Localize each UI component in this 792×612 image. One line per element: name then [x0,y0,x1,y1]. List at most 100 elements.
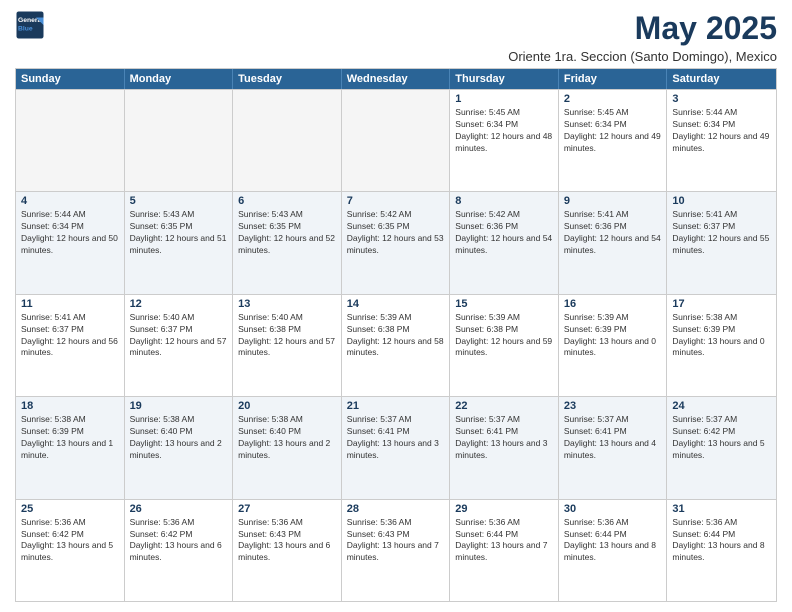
logo: General Blue [15,10,45,40]
day-cell-empty [342,90,451,191]
day-number: 19 [130,400,228,412]
day-cell-11: 11 Sunrise: 5:41 AM Sunset: 6:37 PM Dayl… [16,295,125,396]
day-number: 2 [564,93,662,105]
day-cell-10: 10 Sunrise: 5:41 AM Sunset: 6:37 PM Dayl… [667,192,776,293]
day-info: Sunrise: 5:36 AM Sunset: 6:44 PM Dayligh… [564,517,662,565]
week-row-1: 1 Sunrise: 5:45 AM Sunset: 6:34 PM Dayli… [16,89,776,191]
header-wednesday: Wednesday [342,69,451,89]
day-cell-13: 13 Sunrise: 5:40 AM Sunset: 6:38 PM Dayl… [233,295,342,396]
day-cell-25: 25 Sunrise: 5:36 AM Sunset: 6:42 PM Dayl… [16,500,125,601]
day-cell-4: 4 Sunrise: 5:44 AM Sunset: 6:34 PM Dayli… [16,192,125,293]
day-cell-empty [233,90,342,191]
day-info: Sunrise: 5:37 AM Sunset: 6:42 PM Dayligh… [672,414,771,462]
day-number: 20 [238,400,336,412]
day-info: Sunrise: 5:39 AM Sunset: 6:38 PM Dayligh… [347,312,445,360]
day-number: 12 [130,298,228,310]
header: General Blue May 2025 Oriente 1ra. Secci… [15,10,777,64]
day-cell-21: 21 Sunrise: 5:37 AM Sunset: 6:41 PM Dayl… [342,397,451,498]
day-info: Sunrise: 5:39 AM Sunset: 6:39 PM Dayligh… [564,312,662,360]
day-info: Sunrise: 5:41 AM Sunset: 6:37 PM Dayligh… [21,312,119,360]
day-cell-empty [16,90,125,191]
day-number: 5 [130,195,228,207]
day-info: Sunrise: 5:43 AM Sunset: 6:35 PM Dayligh… [130,209,228,257]
day-cell-15: 15 Sunrise: 5:39 AM Sunset: 6:38 PM Dayl… [450,295,559,396]
day-cell-6: 6 Sunrise: 5:43 AM Sunset: 6:35 PM Dayli… [233,192,342,293]
day-cell-12: 12 Sunrise: 5:40 AM Sunset: 6:37 PM Dayl… [125,295,234,396]
header-sunday: Sunday [16,69,125,89]
day-number: 8 [455,195,553,207]
day-info: Sunrise: 5:41 AM Sunset: 6:36 PM Dayligh… [564,209,662,257]
day-info: Sunrise: 5:37 AM Sunset: 6:41 PM Dayligh… [564,414,662,462]
page: General Blue May 2025 Oriente 1ra. Secci… [0,0,792,612]
week-row-2: 4 Sunrise: 5:44 AM Sunset: 6:34 PM Dayli… [16,191,776,293]
day-cell-2: 2 Sunrise: 5:45 AM Sunset: 6:34 PM Dayli… [559,90,668,191]
calendar-body: 1 Sunrise: 5:45 AM Sunset: 6:34 PM Dayli… [16,89,776,601]
day-info: Sunrise: 5:36 AM Sunset: 6:42 PM Dayligh… [21,517,119,565]
day-info: Sunrise: 5:44 AM Sunset: 6:34 PM Dayligh… [672,107,771,155]
day-cell-22: 22 Sunrise: 5:37 AM Sunset: 6:41 PM Dayl… [450,397,559,498]
day-number: 21 [347,400,445,412]
day-cell-17: 17 Sunrise: 5:38 AM Sunset: 6:39 PM Dayl… [667,295,776,396]
day-cell-5: 5 Sunrise: 5:43 AM Sunset: 6:35 PM Dayli… [125,192,234,293]
day-info: Sunrise: 5:37 AM Sunset: 6:41 PM Dayligh… [347,414,445,462]
day-info: Sunrise: 5:38 AM Sunset: 6:39 PM Dayligh… [21,414,119,462]
day-cell-8: 8 Sunrise: 5:42 AM Sunset: 6:36 PM Dayli… [450,192,559,293]
day-cell-31: 31 Sunrise: 5:36 AM Sunset: 6:44 PM Dayl… [667,500,776,601]
day-cell-18: 18 Sunrise: 5:38 AM Sunset: 6:39 PM Dayl… [16,397,125,498]
day-number: 6 [238,195,336,207]
day-cell-19: 19 Sunrise: 5:38 AM Sunset: 6:40 PM Dayl… [125,397,234,498]
day-number: 26 [130,503,228,515]
day-number: 1 [455,93,553,105]
day-cell-26: 26 Sunrise: 5:36 AM Sunset: 6:42 PM Dayl… [125,500,234,601]
week-row-5: 25 Sunrise: 5:36 AM Sunset: 6:42 PM Dayl… [16,499,776,601]
header-monday: Monday [125,69,234,89]
day-info: Sunrise: 5:38 AM Sunset: 6:39 PM Dayligh… [672,312,771,360]
day-number: 29 [455,503,553,515]
svg-text:Blue: Blue [18,25,33,32]
day-number: 30 [564,503,662,515]
day-cell-1: 1 Sunrise: 5:45 AM Sunset: 6:34 PM Dayli… [450,90,559,191]
day-number: 18 [21,400,119,412]
day-number: 11 [21,298,119,310]
day-cell-28: 28 Sunrise: 5:36 AM Sunset: 6:43 PM Dayl… [342,500,451,601]
day-info: Sunrise: 5:42 AM Sunset: 6:36 PM Dayligh… [455,209,553,257]
day-number: 24 [672,400,771,412]
day-cell-30: 30 Sunrise: 5:36 AM Sunset: 6:44 PM Dayl… [559,500,668,601]
week-row-4: 18 Sunrise: 5:38 AM Sunset: 6:39 PM Dayl… [16,396,776,498]
day-info: Sunrise: 5:40 AM Sunset: 6:38 PM Dayligh… [238,312,336,360]
day-number: 25 [21,503,119,515]
day-info: Sunrise: 5:42 AM Sunset: 6:35 PM Dayligh… [347,209,445,257]
day-number: 16 [564,298,662,310]
day-number: 17 [672,298,771,310]
logo-icon: General Blue [15,10,45,40]
calendar-header: Sunday Monday Tuesday Wednesday Thursday… [16,69,776,89]
day-cell-16: 16 Sunrise: 5:39 AM Sunset: 6:39 PM Dayl… [559,295,668,396]
main-title: May 2025 [508,10,777,47]
day-info: Sunrise: 5:40 AM Sunset: 6:37 PM Dayligh… [130,312,228,360]
day-number: 4 [21,195,119,207]
week-row-3: 11 Sunrise: 5:41 AM Sunset: 6:37 PM Dayl… [16,294,776,396]
title-section: May 2025 Oriente 1ra. Seccion (Santo Dom… [508,10,777,64]
day-cell-empty [125,90,234,191]
header-thursday: Thursday [450,69,559,89]
day-cell-3: 3 Sunrise: 5:44 AM Sunset: 6:34 PM Dayli… [667,90,776,191]
header-saturday: Saturday [667,69,776,89]
day-info: Sunrise: 5:45 AM Sunset: 6:34 PM Dayligh… [564,107,662,155]
day-cell-27: 27 Sunrise: 5:36 AM Sunset: 6:43 PM Dayl… [233,500,342,601]
day-number: 22 [455,400,553,412]
day-number: 10 [672,195,771,207]
day-info: Sunrise: 5:36 AM Sunset: 6:43 PM Dayligh… [347,517,445,565]
day-number: 7 [347,195,445,207]
day-number: 23 [564,400,662,412]
day-info: Sunrise: 5:44 AM Sunset: 6:34 PM Dayligh… [21,209,119,257]
day-cell-23: 23 Sunrise: 5:37 AM Sunset: 6:41 PM Dayl… [559,397,668,498]
day-info: Sunrise: 5:36 AM Sunset: 6:44 PM Dayligh… [672,517,771,565]
day-number: 15 [455,298,553,310]
day-info: Sunrise: 5:45 AM Sunset: 6:34 PM Dayligh… [455,107,553,155]
day-cell-24: 24 Sunrise: 5:37 AM Sunset: 6:42 PM Dayl… [667,397,776,498]
subtitle: Oriente 1ra. Seccion (Santo Domingo), Me… [508,49,777,64]
day-number: 13 [238,298,336,310]
header-friday: Friday [559,69,668,89]
day-info: Sunrise: 5:36 AM Sunset: 6:42 PM Dayligh… [130,517,228,565]
day-number: 9 [564,195,662,207]
